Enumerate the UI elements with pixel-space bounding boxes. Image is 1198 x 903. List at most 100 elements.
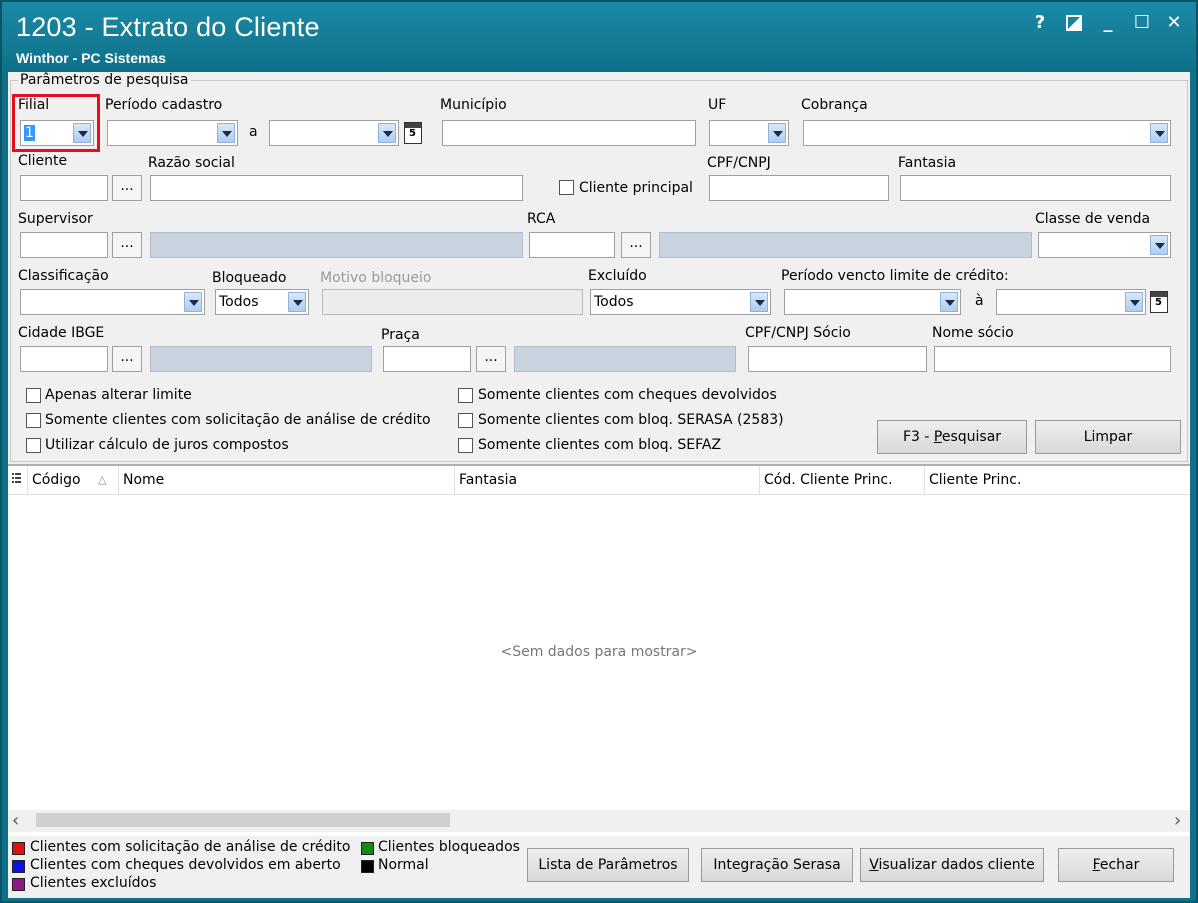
visualizar-dados-button[interactable]: Visualizar dados cliente (860, 848, 1044, 882)
fantasia-label: Fantasia (898, 155, 957, 171)
filial-combo[interactable]: 1 (20, 120, 94, 146)
chevron-down-icon[interactable] (1125, 292, 1143, 312)
cidade-ibge-lookup-button[interactable]: ... (112, 346, 142, 372)
sefaz-checkbox[interactable] (458, 438, 473, 453)
a2-label: à (975, 293, 984, 309)
chevron-down-icon[interactable] (768, 123, 786, 143)
uf-combo[interactable] (709, 120, 789, 146)
scrollbar-thumb[interactable] (36, 813, 450, 827)
nome-socio-input[interactable] (934, 346, 1171, 372)
minimize-button[interactable]: _ (1096, 12, 1120, 34)
column-fantasia[interactable]: Fantasia (455, 466, 760, 494)
supervisor-input[interactable] (20, 232, 108, 258)
close-button[interactable]: ✕ (1162, 12, 1186, 34)
cidade-ibge-input[interactable] (20, 346, 108, 372)
window-title: 1203 - Extrato do Cliente (16, 12, 320, 42)
periodo-vencto-label: Período vencto limite de crédito: (781, 268, 1009, 284)
chevron-down-icon[interactable] (217, 123, 235, 143)
cobranca-combo[interactable] (803, 120, 1171, 146)
chevron-down-icon[interactable] (1150, 235, 1168, 255)
supervisor-label: Supervisor (18, 211, 93, 227)
scroll-right-icon[interactable]: › (1174, 810, 1181, 831)
razao-social-input[interactable] (150, 175, 523, 201)
chevron-down-icon[interactable] (940, 292, 958, 312)
empty-grid-message: <Sem dados para mostrar> (500, 644, 698, 660)
excluido-combo[interactable]: Todos (590, 289, 771, 315)
rca-label: RCA (527, 211, 556, 227)
cpf-socio-label: CPF/CNPJ Sócio (745, 325, 851, 341)
periodo-vencto-end[interactable] (996, 289, 1146, 315)
limpar-button[interactable]: Limpar (1035, 420, 1181, 454)
calendar-icon[interactable] (1150, 291, 1168, 313)
pesquisar-button[interactable]: F3 - Pesquisar (877, 420, 1027, 454)
sefaz-label: Somente clientes com bloq. SEFAZ (478, 437, 722, 453)
cpf-cnpj-input[interactable] (709, 175, 889, 201)
periodo-vencto-start[interactable] (784, 289, 961, 315)
calendar-icon[interactable] (404, 122, 422, 144)
title-bar: 1203 - Extrato do Cliente Winthor - PC S… (2, 2, 1196, 72)
rca-input[interactable] (529, 232, 615, 258)
column-cliente-princ[interactable]: Cliente Princ. (925, 466, 1190, 494)
supervisor-lookup-button[interactable]: ... (112, 232, 142, 258)
legend-black-swatch (361, 860, 374, 873)
rca-name-field (659, 232, 1032, 258)
chevron-down-icon[interactable] (378, 123, 396, 143)
serasa-checkbox[interactable] (458, 413, 473, 428)
solicitacao-checkbox[interactable] (26, 413, 41, 428)
periodo-cadastro-start[interactable] (107, 120, 238, 146)
results-grid[interactable]: Código △ Nome Fantasia Cód. Cliente Princ… (8, 464, 1190, 836)
cliente-principal-label: Cliente principal (579, 180, 693, 196)
legend-normal: Normal (378, 857, 429, 873)
chevron-down-icon[interactable] (750, 292, 768, 312)
chevron-down-icon[interactable] (1150, 123, 1168, 143)
fantasia-input[interactable] (900, 175, 1171, 201)
chevron-down-icon[interactable] (73, 123, 91, 143)
cpf-socio-input[interactable] (748, 346, 927, 372)
bloqueado-value: Todos (219, 294, 259, 310)
bloqueado-combo[interactable]: Todos (215, 289, 309, 315)
filial-label: Filial (18, 97, 50, 113)
praca-lookup-button[interactable]: ... (476, 346, 506, 372)
chevron-down-icon[interactable] (288, 292, 306, 312)
column-codigo[interactable]: Código △ (28, 466, 119, 494)
visualizar-accel: V (869, 857, 879, 873)
motivo-bloqueio-input (322, 289, 583, 315)
restore-icon[interactable] (1062, 12, 1086, 34)
municipio-input[interactable] (442, 120, 696, 146)
legend-purple-swatch (12, 878, 25, 891)
maximize-button[interactable]: ☐ (1130, 12, 1154, 34)
grid-header: Código △ Nome Fantasia Cód. Cliente Princ… (8, 466, 1190, 495)
horizontal-scrollbar[interactable]: ‹ › (8, 810, 1190, 832)
juros-compostos-checkbox[interactable] (26, 438, 41, 453)
legend-excluidos: Clientes excluídos (30, 875, 157, 891)
visualizar-rest: isualizar dados cliente (878, 857, 1035, 873)
column-codigo-label: Código (32, 472, 81, 488)
alterar-limite-checkbox[interactable] (26, 388, 41, 403)
fechar-button[interactable]: Fechar (1058, 848, 1174, 882)
sort-ascending-icon: △ (98, 473, 107, 486)
razao-social-label: Razão social (148, 155, 235, 171)
a-label: a (249, 124, 258, 140)
classificacao-combo[interactable] (20, 289, 205, 315)
praca-input[interactable] (383, 346, 471, 372)
main-window: 1203 - Extrato do Cliente Winthor - PC S… (0, 0, 1198, 903)
lista-parametros-button[interactable]: Lista de Parâmetros (527, 848, 689, 882)
alterar-limite-label: Apenas alterar limite (45, 387, 192, 403)
help-button[interactable]: ? (1028, 12, 1052, 34)
scroll-left-icon[interactable]: ‹ (12, 810, 19, 831)
cliente-input[interactable] (20, 175, 108, 201)
cliente-principal-checkbox[interactable] (559, 180, 574, 195)
juros-compostos-label: Utilizar cálculo de juros compostos (45, 437, 289, 453)
column-nome[interactable]: Nome (119, 466, 455, 494)
column-cod-cliente-princ[interactable]: Cód. Cliente Princ. (760, 466, 925, 494)
chevron-down-icon[interactable] (184, 292, 202, 312)
legend-bloqueados: Clientes bloqueados (378, 839, 520, 855)
cliente-lookup-button[interactable]: ... (112, 175, 142, 201)
cheques-devolvidos-checkbox[interactable] (458, 388, 473, 403)
column-chooser-icon[interactable] (8, 466, 28, 494)
rca-lookup-button[interactable]: ... (621, 232, 651, 258)
integracao-serasa-button[interactable]: Integração Serasa (701, 848, 853, 882)
periodo-cadastro-end[interactable] (269, 120, 399, 146)
classe-venda-combo[interactable] (1038, 232, 1171, 258)
cliente-label: Cliente (18, 153, 68, 169)
